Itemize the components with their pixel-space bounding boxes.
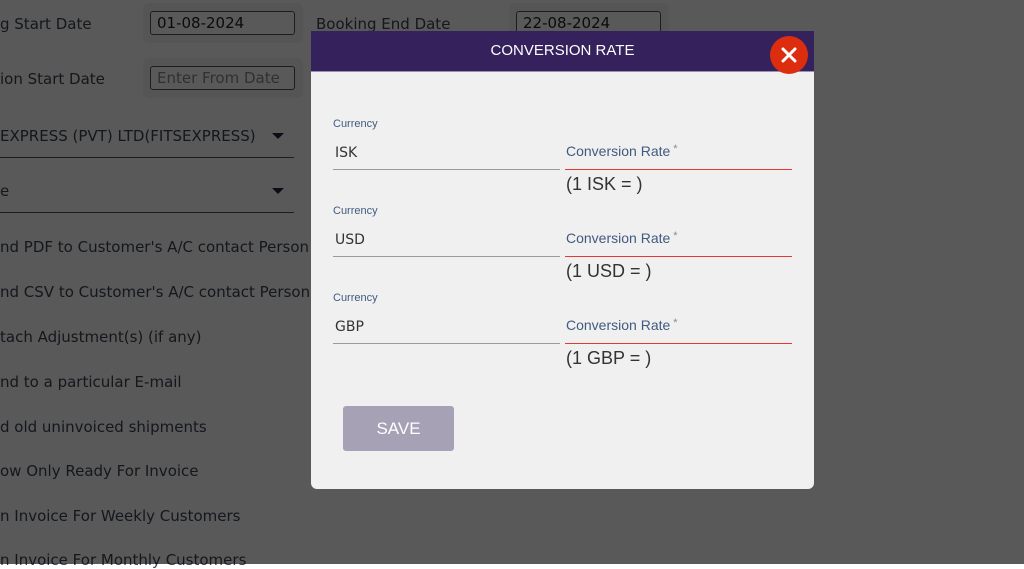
conversion-rate-modal: CONVERSION RATE Currency Conversion Rate…	[311, 31, 814, 489]
rate-hint: (1 ISK = )	[566, 174, 643, 194]
conversion-rate-label-text: Conversion Rate	[566, 230, 671, 246]
currency-row: Currency Conversion Rate* (1 ISK = )	[333, 118, 792, 198]
currency-label: Currency	[333, 118, 378, 130]
currency-label: Currency	[333, 292, 378, 304]
conversion-rate-label: Conversion Rate *	[566, 317, 678, 333]
rate-hint: (1 GBP = )	[566, 348, 652, 368]
currency-row: Currency Conversion Rate* (1 USD = )	[333, 205, 792, 285]
rate-hint: (1 USD = )	[566, 261, 652, 281]
conversion-rate-label: Conversion Rate *	[566, 143, 678, 159]
conversion-rate-label-text: Conversion Rate	[566, 143, 671, 159]
required-mark: *	[673, 143, 678, 155]
save-button[interactable]: SAVE	[343, 406, 454, 451]
modal-title: CONVERSION RATE	[490, 42, 635, 59]
conversion-rate-label: Conversion Rate *	[566, 230, 678, 246]
modal-header: CONVERSION RATE	[311, 31, 814, 72]
conversion-rate-label-text: Conversion Rate	[566, 317, 671, 333]
close-icon	[781, 47, 797, 63]
currency-row: Currency Conversion Rate* (1 GBP = )	[333, 292, 792, 372]
currency-label: Currency	[333, 205, 378, 217]
currency-field[interactable]	[333, 136, 560, 170]
currency-field[interactable]	[333, 223, 560, 257]
currency-field[interactable]	[333, 310, 560, 344]
close-button[interactable]	[770, 36, 808, 74]
required-mark: *	[673, 317, 678, 329]
required-mark: *	[673, 230, 678, 242]
